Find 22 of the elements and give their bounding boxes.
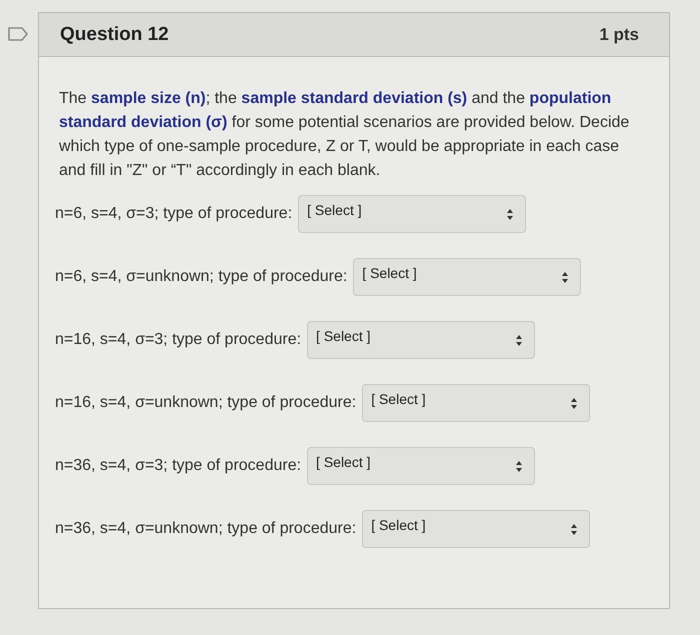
answer-dropdown[interactable]: [ Select ]: [353, 258, 582, 296]
up-down-caret-icon: [507, 208, 514, 220]
scenario-label: n=6, s=4, σ=3; type of procedure:: [55, 205, 292, 223]
flag-icon[interactable]: [8, 27, 28, 41]
answer-dropdown[interactable]: [ Select ]: [307, 321, 536, 359]
points-label: 1 pts: [599, 24, 639, 44]
up-down-caret-icon: [571, 398, 578, 408]
scenario-label: n=6, s=4, σ=unknown; type of procedure:: [55, 268, 348, 286]
scenario-label: n=16, s=4, σ=unknown; type of procedure:: [55, 394, 356, 412]
up-down-caret-icon: [516, 460, 522, 472]
answer-dropdown[interactable]: [ Select ]: [307, 447, 536, 485]
question-title: Question 12: [60, 24, 169, 46]
question-prompt: The sample size (n); the sample standard deviation (s) and the population standard deviation (σ) for some potential scenarios are provided below. Decide which type of one-sample procedure, Z or T, would be appropriate in each case and fill in "Z" or “T" accordingly in each blank.: [59, 89, 630, 181]
scenario-label: n=16, s=4, σ=3; type of procedure:: [55, 331, 302, 349]
answer-dropdown[interactable]: [ Select ]: [298, 195, 526, 233]
scenario-label: n=36, s=4, σ=3; type of procedure:: [55, 457, 302, 475]
up-down-caret-icon: [516, 334, 522, 346]
up-down-caret-icon: [562, 272, 568, 282]
scenario-label: n=36, s=4, σ=unknown; type of procedure:: [55, 520, 356, 538]
answer-dropdown[interactable]: [ Select ]: [362, 384, 590, 422]
up-down-caret-icon: [571, 524, 578, 534]
answer-dropdown[interactable]: [ Select ]: [362, 510, 590, 548]
